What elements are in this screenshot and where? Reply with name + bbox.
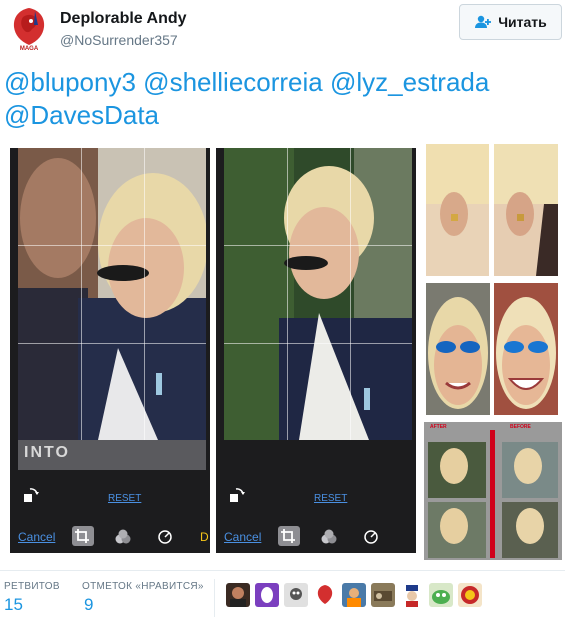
crop-tool-button[interactable] [72, 526, 94, 546]
mention-link[interactable]: @blupony3 [4, 67, 136, 97]
liker-avatar[interactable] [371, 583, 395, 607]
crop-grid-line [224, 343, 412, 344]
rotate-icon[interactable] [228, 486, 246, 504]
liker-avatar[interactable] [226, 583, 250, 607]
done-link-partial[interactable]: D [200, 530, 209, 544]
filters-icon[interactable] [320, 528, 338, 546]
mention-link[interactable]: @lyz_estrada [330, 67, 489, 97]
likes-count[interactable]: 9 [84, 595, 93, 615]
media-photo-ear-closeups[interactable] [424, 144, 560, 278]
photo-bottom-text: INTO [24, 444, 70, 461]
photo-sunglasses-image [426, 283, 558, 415]
crop-grid-line [287, 148, 288, 440]
crop-grid-line [350, 148, 351, 440]
mention-link[interactable]: @DavesData [4, 100, 159, 130]
liker-avatar[interactable] [429, 583, 453, 607]
adjust-icon[interactable] [362, 528, 380, 546]
rotate-icon[interactable] [22, 486, 40, 504]
filters-icon[interactable] [114, 528, 132, 546]
retweets-label: РЕТВИТОВ [4, 581, 60, 592]
liker-avatar[interactable] [255, 583, 279, 607]
crop-grid-line [18, 245, 206, 246]
crop-icon [281, 529, 295, 543]
reset-link[interactable]: RESET [314, 493, 347, 504]
reset-link[interactable]: RESET [108, 493, 141, 504]
tweet-header: MAGA Deplorable Andy @NoSurrender357 Чит… [0, 0, 565, 60]
cancel-link[interactable]: Cancel [224, 530, 261, 544]
crop-icon [75, 529, 89, 543]
photo-ear-image [426, 144, 558, 276]
retweets-count[interactable]: 15 [4, 595, 23, 615]
user-avatar[interactable]: MAGA [5, 5, 53, 53]
mention-link[interactable]: @shelliecorreia [143, 67, 323, 97]
cancel-link[interactable]: Cancel [18, 530, 55, 544]
liker-avatar[interactable] [342, 583, 366, 607]
avatar-text: MAGA [20, 46, 39, 52]
liker-avatar[interactable] [400, 583, 424, 607]
photo-left-image [18, 148, 206, 440]
adjust-icon[interactable] [156, 528, 174, 546]
photo-left-bottom-strip: INTO [18, 440, 206, 470]
media-photo-before-after[interactable]: AFTER BEFORE [424, 422, 562, 560]
liker-avatar[interactable] [284, 583, 308, 607]
media-photo-middle[interactable]: RESET Cancel [216, 148, 416, 553]
follow-button-label: Читать [498, 14, 547, 30]
crop-grid-line [224, 245, 412, 246]
crop-grid-line [144, 148, 145, 440]
media-photo-sunglasses[interactable] [424, 283, 560, 417]
tweet-stats: РЕТВИТОВ 15 ОТМЕТОК «НРАВИТСЯ» 9 [0, 570, 565, 620]
crop-tool-button[interactable] [278, 526, 300, 546]
user-name[interactable]: Deplorable Andy [60, 10, 187, 28]
tweet-text: @blupony3 @shelliecorreia @lyz_estrada @… [4, 66, 544, 132]
photo-middle-image [224, 148, 412, 440]
follow-button[interactable]: Читать [459, 4, 562, 40]
stats-divider [214, 579, 215, 617]
crop-grid-line [18, 343, 206, 344]
photo-collage-image [428, 430, 558, 558]
liker-avatar[interactable] [313, 583, 337, 607]
add-user-icon [475, 15, 492, 28]
likes-label: ОТМЕТОК «НРАВИТСЯ» [82, 581, 204, 592]
crop-grid-line [81, 148, 82, 440]
user-handle[interactable]: @NoSurrender357 [60, 32, 178, 48]
liker-avatar[interactable] [458, 583, 482, 607]
media-photo-left[interactable]: INTO RESET Cancel D [10, 148, 210, 553]
